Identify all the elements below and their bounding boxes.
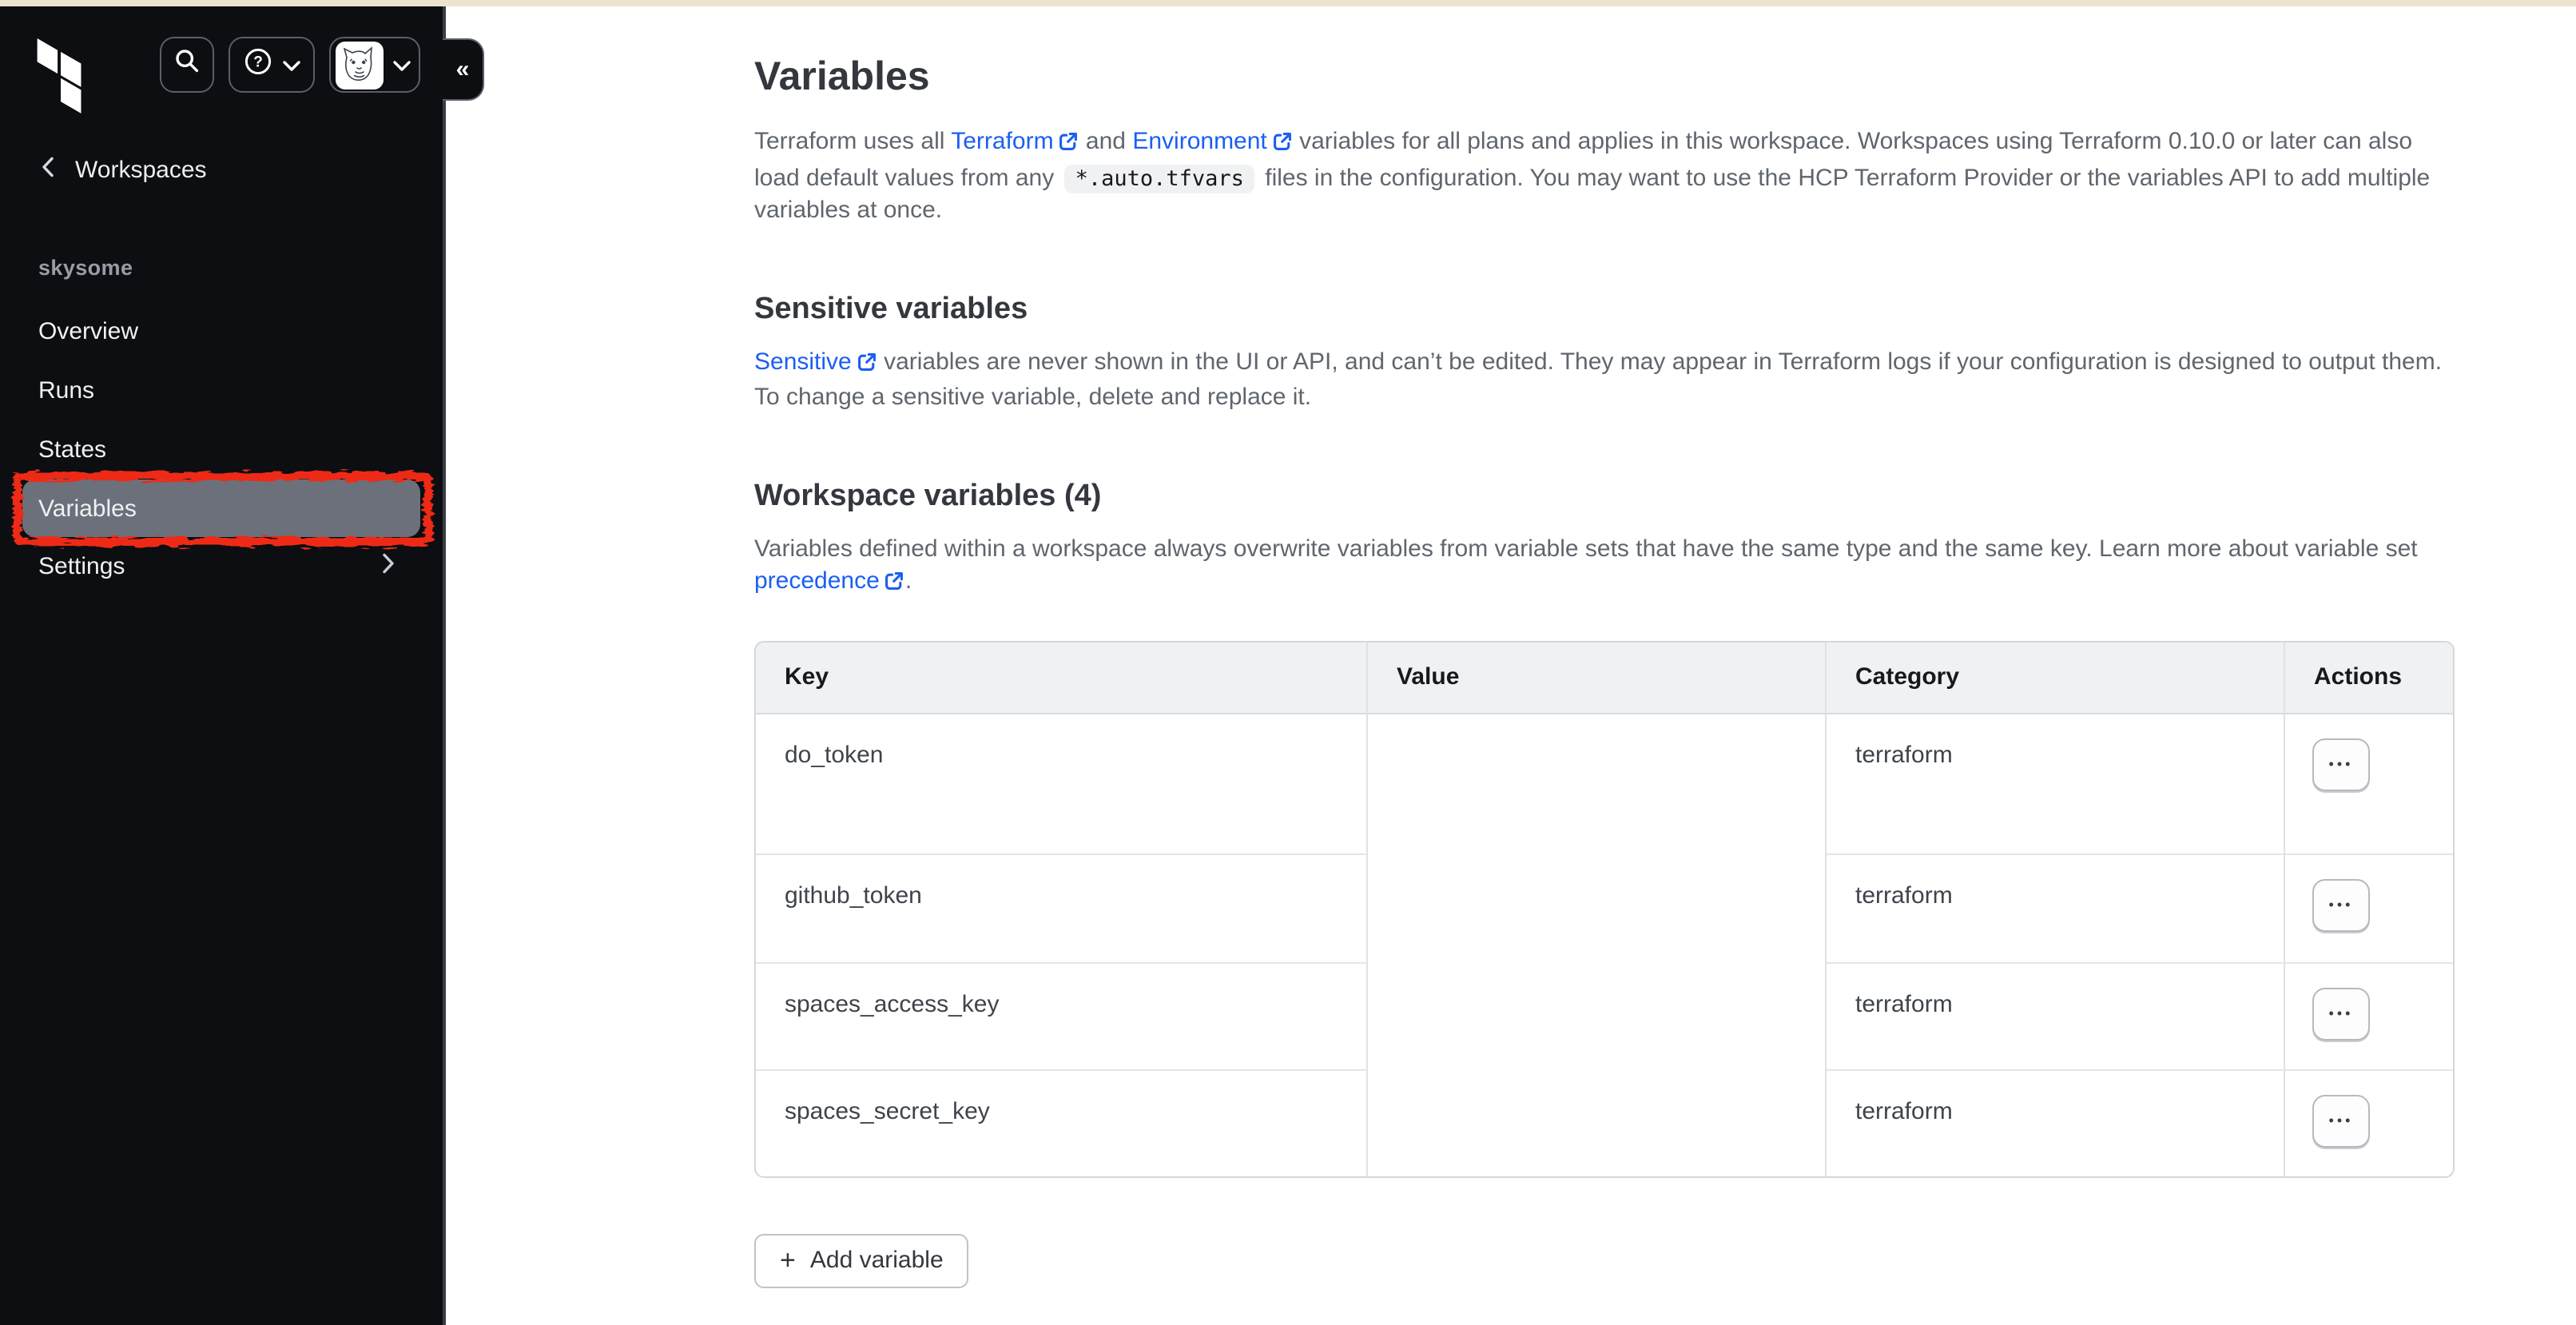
table-row-category: terraform <box>1827 963 2285 1070</box>
external-link-icon <box>1059 129 1079 162</box>
row-actions-button[interactable]: ••• <box>2312 987 2370 1040</box>
table-row-actions: ••• <box>2285 714 2453 854</box>
collapse-sidebar-icon: « <box>456 56 470 83</box>
external-link-icon <box>1272 129 1293 162</box>
sidebar-header-buttons: ? <box>160 37 420 93</box>
environment-variables-link[interactable]: Environment <box>1132 128 1266 155</box>
search-button[interactable] <box>160 37 214 93</box>
page-title: Variables <box>754 54 2576 101</box>
sensitive-variables-paragraph: Sensitive variables are never shown in t… <box>754 346 2458 415</box>
tfvars-code-chip: *.auto.tfvars <box>1064 164 1255 193</box>
table-row-value <box>1368 714 1827 854</box>
table-row-key: github_token <box>756 854 1368 963</box>
sensitive-variables-heading: Sensitive variables <box>754 292 2576 327</box>
nav-item-label: Settings <box>38 553 125 580</box>
ellipsis-icon: ••• <box>2329 1006 2354 1021</box>
nav-item-label: Overview <box>38 318 138 345</box>
chevron-right-icon <box>382 553 395 580</box>
row-actions-button[interactable]: ••• <box>2312 1094 2370 1147</box>
avatar <box>335 41 383 89</box>
intro-text: and <box>1079 128 1133 155</box>
sidebar-header: ? <box>0 6 443 131</box>
table-row-actions: ••• <box>2285 1070 2453 1176</box>
row-actions-button[interactable]: ••• <box>2312 878 2370 931</box>
precedence-link[interactable]: precedence <box>754 567 880 595</box>
table-row-value <box>1368 854 1827 963</box>
help-icon: ? <box>244 47 271 82</box>
user-menu-button[interactable] <box>329 37 420 93</box>
workspace-vars-text: . <box>905 567 912 595</box>
table-row-key: spaces_secret_key <box>756 1070 1368 1176</box>
table-header-key: Key <box>756 642 1368 714</box>
table-row-category: terraform <box>1827 714 2285 854</box>
chevron-down-icon <box>282 50 300 79</box>
table-row-value <box>1368 1070 1827 1176</box>
workspace-name-label: skysome <box>38 256 443 280</box>
table-row-actions: ••• <box>2285 963 2453 1070</box>
nav-item-label: Runs <box>38 377 94 404</box>
nav-item-label: States <box>38 436 106 464</box>
table-header-value: Value <box>1368 642 1827 714</box>
terraform-logo-icon <box>35 38 86 123</box>
table-row-actions: ••• <box>2285 854 2453 963</box>
back-to-workspaces-link[interactable]: Workspaces <box>0 150 443 189</box>
row-actions-button[interactable]: ••• <box>2312 738 2370 790</box>
intro-text: Terraform uses all <box>754 128 951 155</box>
sidebar-item-overview[interactable]: Overview <box>22 302 420 361</box>
sidebar: ? <box>0 6 446 1325</box>
table-row-key: spaces_access_key <box>756 963 1368 1070</box>
add-variable-button[interactable]: + Add variable <box>754 1233 969 1287</box>
sidebar-item-settings[interactable]: Settings <box>22 537 420 596</box>
table-row-key: do_token <box>756 714 1368 854</box>
sidebar-item-variables[interactable]: Variables <box>22 479 420 537</box>
workspace-variables-heading: Workspace variables (4) <box>754 479 2576 514</box>
sidebar-item-runs[interactable]: Runs <box>22 361 420 420</box>
table-header-actions: Actions <box>2285 642 2453 714</box>
variables-intro-paragraph: Terraform uses all Terraform and Environ… <box>754 126 2458 228</box>
sensitive-text: variables are never shown in the UI or A… <box>754 348 2442 411</box>
top-accent-strip <box>0 0 2576 6</box>
ellipsis-icon: ••• <box>2329 1113 2354 1128</box>
ellipsis-icon: ••• <box>2329 757 2354 771</box>
table-row-category: terraform <box>1827 854 2285 963</box>
help-menu-button[interactable]: ? <box>229 37 315 93</box>
table-header-category: Category <box>1827 642 2285 714</box>
nav-item-label: Variables <box>38 495 137 522</box>
search-icon <box>174 48 200 82</box>
table-row-value <box>1368 963 1827 1070</box>
svg-text:?: ? <box>252 54 262 70</box>
workspace-vars-text: Variables defined within a workspace alw… <box>754 535 2418 562</box>
table-row-category: terraform <box>1827 1070 2285 1176</box>
plus-icon: + <box>780 1246 796 1273</box>
terraform-variables-link[interactable]: Terraform <box>951 128 1053 155</box>
chevron-left-icon <box>42 156 54 183</box>
ellipsis-icon: ••• <box>2329 897 2354 912</box>
workspace-variables-table: Key Value Category Actions do_token terr… <box>754 640 2455 1177</box>
external-link-icon <box>885 569 905 602</box>
workspace-variables-paragraph: Variables defined within a workspace alw… <box>754 533 2458 602</box>
back-link-label: Workspaces <box>75 156 207 183</box>
sidebar-collapse-button[interactable]: « <box>443 38 484 101</box>
chevron-down-icon <box>392 50 410 79</box>
terraform-cloud-app: ? <box>0 0 2576 1325</box>
add-variable-label: Add variable <box>810 1247 944 1274</box>
sidebar-item-states[interactable]: States <box>22 420 420 479</box>
sidebar-nav: Overview Runs States Variables <box>0 302 443 596</box>
sensitive-link[interactable]: Sensitive <box>754 348 852 375</box>
main-content: Variables Terraform uses all Terraform a… <box>449 6 2576 1325</box>
external-link-icon <box>857 349 877 382</box>
